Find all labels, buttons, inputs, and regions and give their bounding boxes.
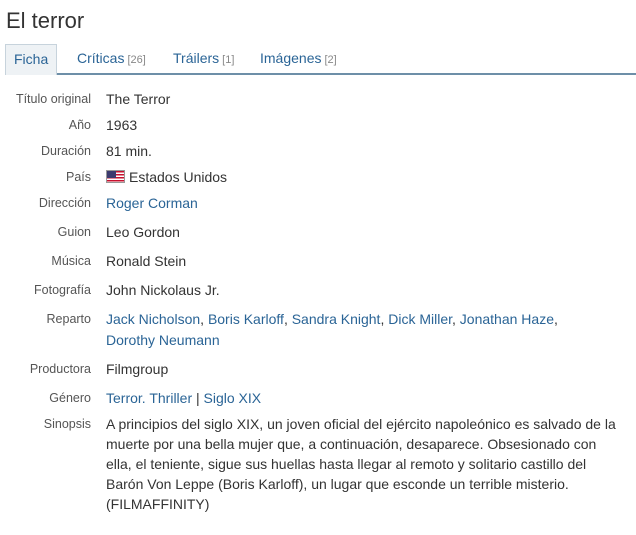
tab-bar: Ficha Críticas [26] Tráilers [1] Imágenes[… — [5, 44, 636, 75]
cast-member-link[interactable]: Boris Karloff — [208, 311, 284, 327]
cast-member-link[interactable]: Jonathan Haze — [460, 311, 554, 327]
detail-label: Duración — [40, 144, 91, 158]
genre-link[interactable]: Terror — [106, 390, 142, 406]
synopsis-line: muerte por una bella mujer que, a contin… — [106, 436, 597, 452]
topic-link[interactable]: Siglo XIX — [204, 390, 262, 406]
synopsis-line: ella, el teniente, sigue sus huellas has… — [106, 456, 587, 472]
cast-member-link[interactable]: Jack Nicholson — [106, 311, 200, 327]
tab-label: Imágenes — [260, 50, 322, 66]
synopsis-text: A principios del siglo XIX, un joven ofi… — [106, 414, 626, 514]
director-link[interactable]: Roger Corman — [106, 195, 198, 211]
detail-label: Música — [51, 254, 91, 268]
us-flag-icon — [106, 170, 125, 183]
synopsis-line: (FILMAFFINITY) — [106, 496, 210, 512]
tab-ficha[interactable]: Ficha — [5, 44, 58, 75]
detail-value: 1963 — [106, 117, 138, 133]
genre-separator: | — [196, 390, 200, 406]
tab-label: Tráilers — [173, 50, 220, 66]
country-name: Estados Unidos — [129, 169, 228, 185]
tab-criticas[interactable]: Críticas [26] — [77, 44, 146, 73]
detail-value: The Terror — [106, 91, 171, 107]
detail-label: Productora — [29, 362, 91, 376]
detail-value: Filmgroup — [106, 361, 169, 377]
detail-label: Título original — [15, 92, 91, 106]
cast-member-link[interactable]: Dorothy Neumann — [106, 332, 220, 348]
tab-label: Críticas — [77, 50, 125, 66]
detail-label: Guion — [57, 225, 91, 239]
detail-value: John Nickolaus Jr. — [106, 282, 220, 298]
detail-label: País — [65, 170, 91, 184]
detail-label: Reparto — [46, 312, 91, 326]
tab-count: [26] — [127, 54, 146, 66]
tab-trailers[interactable]: Tráilers [1] — [173, 44, 234, 73]
tab-count: [2] — [324, 54, 337, 66]
tab-label: Ficha — [14, 51, 49, 67]
detail-value: Roger Corman — [106, 193, 626, 214]
detail-label: Dirección — [38, 196, 91, 210]
detail-label: Sinopsis — [43, 417, 91, 431]
tab-count: [1] — [222, 54, 235, 66]
tab-imagenes[interactable]: Imágenes [2] — [260, 44, 337, 73]
detail-value: Ronald Stein — [106, 253, 187, 269]
page-title: El terror — [6, 8, 85, 33]
detail-label: Género — [49, 391, 91, 405]
cast-member-link[interactable]: Dick Miller — [388, 311, 452, 327]
cast-list: Jack Nicholson, Boris Karloff, Sandra Kn… — [106, 311, 558, 348]
detail-label: Año — [68, 118, 91, 132]
synopsis-line: A principios del siglo XIX, un joven ofi… — [106, 416, 616, 432]
synopsis-line: Barón Von Leppe (Boris Karloff), un luga… — [106, 476, 569, 492]
detail-label: Fotografía — [34, 283, 91, 297]
subgenre-link[interactable]: Thriller — [149, 390, 192, 406]
detail-value: Estados Unidos — [106, 167, 626, 188]
detail-value: Leo Gordon — [106, 224, 180, 240]
genre-list: Terror. Thriller | Siglo XIX — [106, 390, 262, 406]
cast-member-link[interactable]: Sandra Knight — [292, 311, 381, 327]
detail-value: 81 min. — [106, 143, 152, 159]
